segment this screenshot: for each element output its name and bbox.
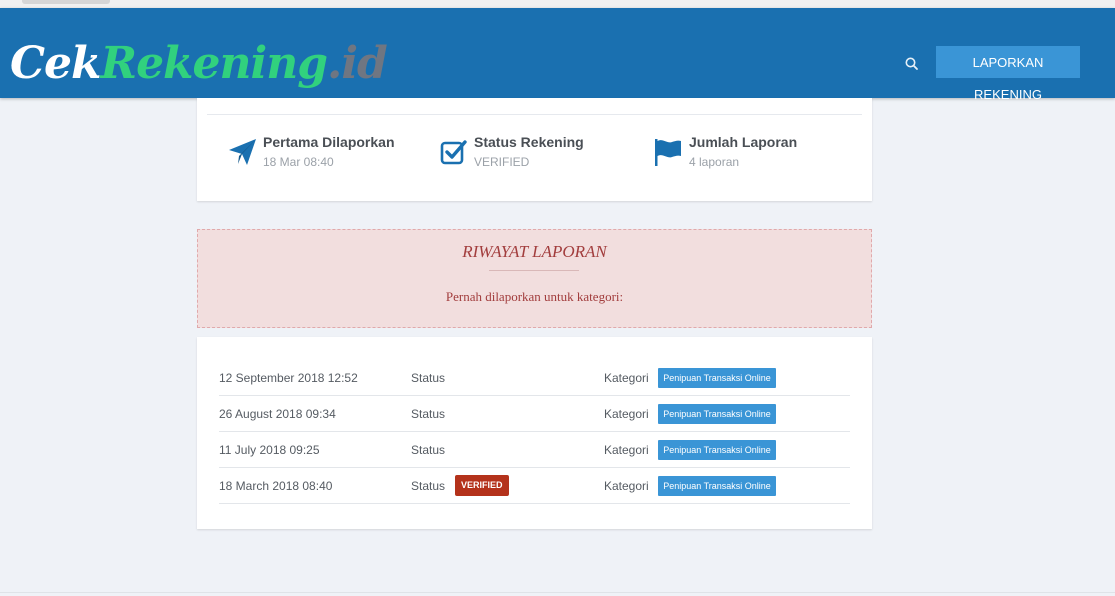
report-history-banner: RIWAYAT LAPORAN Pernah dilaporkan untuk …: [197, 229, 872, 328]
account-summary-card: Pertama Dilaporkan 18 Mar 08:40 Status R…: [197, 98, 872, 201]
history-divider: [489, 270, 579, 271]
flag-icon: [654, 138, 684, 166]
stat-account-status: Status Rekening VERIFIED: [439, 134, 609, 174]
category-badge[interactable]: Penipuan Transaksi Online: [658, 404, 776, 424]
paper-plane-icon: [228, 138, 258, 166]
stat-value: VERIFIED: [474, 155, 530, 169]
report-row: 12 September 2018 12:52 Status Kategori …: [219, 360, 850, 396]
search-icon[interactable]: [904, 56, 920, 72]
status-label: Status: [411, 443, 446, 457]
footer-divider: [0, 592, 1115, 593]
category-badge[interactable]: Penipuan Transaksi Online: [658, 476, 776, 496]
site-logo[interactable]: CekRekening.id: [10, 34, 388, 94]
checkbox-icon: [439, 138, 469, 166]
report-row: 18 March 2018 08:40 Status VERIFIED Kate…: [219, 468, 850, 504]
category-badge[interactable]: Penipuan Transaksi Online: [658, 440, 776, 460]
status-label: Status: [411, 371, 446, 385]
report-date: 11 July 2018 09:25: [219, 443, 320, 457]
logo-part-rekening: Rekening: [100, 38, 329, 89]
report-row: 11 July 2018 09:25 Status Kategori Penip…: [219, 432, 850, 468]
stat-value: 18 Mar 08:40: [263, 155, 334, 169]
category-label: Kategori: [604, 371, 649, 385]
stat-value: 4 laporan: [689, 155, 740, 169]
stat-report-count: Jumlah Laporan 4 laporan: [654, 134, 824, 174]
history-title: RIWAYAT LAPORAN: [462, 242, 607, 261]
report-account-button[interactable]: LAPORKAN REKENING: [936, 46, 1080, 102]
category-label: Kategori: [604, 479, 649, 493]
logo-part-id: .id: [327, 38, 388, 89]
category-label: Kategori: [604, 407, 649, 421]
category-label: Kategori: [604, 443, 649, 457]
history-subtitle: Pernah dilaporkan untuk kategori:: [445, 289, 624, 304]
navbar: CekRekening.id LAPORKAN REKENING: [0, 8, 1115, 102]
stat-label: Status Rekening: [474, 134, 584, 150]
report-row: 26 August 2018 09:34 Status Kategori Pen…: [219, 396, 850, 432]
report-date: 26 August 2018 09:34: [219, 407, 336, 421]
report-date: 18 March 2018 08:40: [219, 479, 333, 493]
stat-label: Pertama Dilaporkan: [263, 134, 395, 150]
category-badge[interactable]: Penipuan Transaksi Online: [658, 368, 776, 388]
browser-tab[interactable]: [22, 0, 110, 4]
status-label: Status: [411, 479, 446, 493]
logo-part-cek: Cek: [10, 38, 101, 89]
report-list-card: 12 September 2018 12:52 Status Kategori …: [197, 337, 872, 529]
stat-first-reported: Pertama Dilaporkan 18 Mar 08:40: [228, 134, 398, 174]
card-divider: [207, 114, 862, 115]
stat-label: Jumlah Laporan: [689, 134, 798, 150]
report-date: 12 September 2018 12:52: [219, 371, 358, 385]
verified-status-badge: VERIFIED: [455, 475, 509, 496]
status-label: Status: [411, 407, 446, 421]
browser-strip: [0, 0, 1115, 8]
